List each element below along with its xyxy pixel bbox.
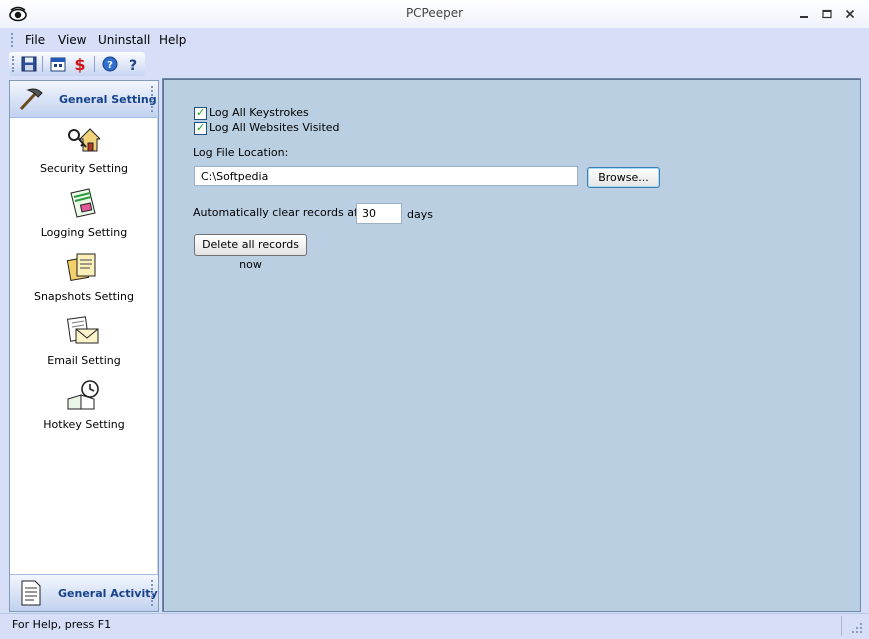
floppy-disk-icon xyxy=(21,56,37,72)
svg-text:$: $ xyxy=(74,55,85,73)
svg-text:?: ? xyxy=(129,58,137,73)
days-unit-label: days xyxy=(407,208,433,221)
sidebar-item-label: Snapshots Setting xyxy=(33,290,135,303)
save-button[interactable] xyxy=(20,55,38,73)
menu-view[interactable]: View xyxy=(58,33,86,47)
house-key-icon xyxy=(68,128,100,152)
sidebar-item-hotkey[interactable]: Hotkey Setting xyxy=(10,379,158,439)
sidebar-item-email[interactable]: Email Setting xyxy=(10,315,158,375)
clock-book-icon xyxy=(67,380,99,410)
sidebar-item-security[interactable]: Security Setting xyxy=(10,123,158,183)
sidebar-header-label: General Activity xyxy=(58,587,158,600)
log-keystrokes-checkbox[interactable]: ✓ xyxy=(194,106,207,120)
log-websites-label[interactable]: Log All Websites Visited xyxy=(209,121,340,134)
sidebar: General Setting Security Setting Logging… xyxy=(9,80,159,612)
sidebar-header-general-activity[interactable]: General Activity xyxy=(10,574,158,611)
minimize-button[interactable] xyxy=(797,9,811,21)
hammer-icon xyxy=(19,88,43,111)
menu-uninstall[interactable]: Uninstall xyxy=(98,33,150,47)
about-button[interactable]: ? xyxy=(101,55,119,73)
maximize-icon xyxy=(822,9,832,19)
auto-clear-days-input[interactable]: 30 xyxy=(356,203,402,224)
document-icon xyxy=(21,580,41,606)
toolbar-separator xyxy=(42,56,43,72)
status-text: For Help, press F1 xyxy=(12,618,112,631)
sidebar-header-grip xyxy=(151,86,153,112)
log-websites-checkbox[interactable]: ✓ xyxy=(194,121,207,135)
sidebar-item-label: Logging Setting xyxy=(40,226,128,239)
close-icon xyxy=(845,9,855,19)
browse-button[interactable]: Browse... xyxy=(587,167,660,188)
log-location-input[interactable]: C:\Softpedia xyxy=(194,166,578,186)
settings-panel: ✓ Log All Keystrokes ✓ Log All Websites … xyxy=(162,78,861,612)
pictures-icon xyxy=(66,253,96,281)
sidebar-item-label: Security Setting xyxy=(39,162,129,175)
auto-clear-label: Automatically clear records after xyxy=(193,206,374,219)
toolbar-grip[interactable] xyxy=(12,56,16,72)
sidebar-header-general-setting[interactable]: General Setting xyxy=(10,81,158,118)
sidebar-header-grip xyxy=(151,580,153,606)
calendar-icon xyxy=(50,57,66,72)
menu-help[interactable]: Help xyxy=(159,33,186,47)
log-location-label: Log File Location: xyxy=(193,146,289,159)
toolbar-separator xyxy=(94,56,95,72)
title-bar[interactable]: PCPeeper xyxy=(0,0,869,28)
sidebar-item-label: Hotkey Setting xyxy=(43,418,125,431)
minimize-icon xyxy=(800,16,808,18)
delete-records-button[interactable]: Delete all records now xyxy=(194,234,307,271)
window-title: PCPeeper xyxy=(405,6,464,20)
sidebar-item-snapshots[interactable]: Snapshots Setting xyxy=(10,251,158,311)
close-button[interactable] xyxy=(843,9,857,21)
menu-grip[interactable] xyxy=(11,33,15,47)
notebook-icon xyxy=(70,188,96,218)
svg-text:?: ? xyxy=(107,60,113,71)
checkmark-icon: ✓ xyxy=(196,106,206,119)
sidebar-scroll-edge xyxy=(157,117,158,574)
help-button[interactable]: ? xyxy=(124,55,142,74)
app-window: PCPeeper File View Uninstall Help $ ? ? … xyxy=(0,0,869,639)
checkmark-icon: ✓ xyxy=(196,121,206,134)
calendar-button[interactable] xyxy=(49,55,67,73)
status-bar: For Help, press F1 xyxy=(0,613,869,639)
sidebar-header-label: General Setting xyxy=(59,93,157,106)
maximize-button[interactable] xyxy=(820,9,834,21)
resize-grip-icon[interactable] xyxy=(849,620,863,634)
status-separator xyxy=(841,616,842,636)
register-button[interactable]: $ xyxy=(71,55,89,74)
question-mark-icon: ? xyxy=(129,58,137,74)
sidebar-item-logging[interactable]: Logging Setting xyxy=(10,187,158,247)
info-icon: ? xyxy=(102,56,118,72)
envelope-icon xyxy=(66,316,99,344)
dollar-icon: $ xyxy=(74,55,85,74)
sidebar-item-label: Email Setting xyxy=(47,354,121,367)
menu-file[interactable]: File xyxy=(25,33,45,47)
log-keystrokes-label[interactable]: Log All Keystrokes xyxy=(209,106,309,119)
menu-bar: File View Uninstall Help xyxy=(0,30,869,50)
toolbar: $ ? ? xyxy=(9,52,145,76)
